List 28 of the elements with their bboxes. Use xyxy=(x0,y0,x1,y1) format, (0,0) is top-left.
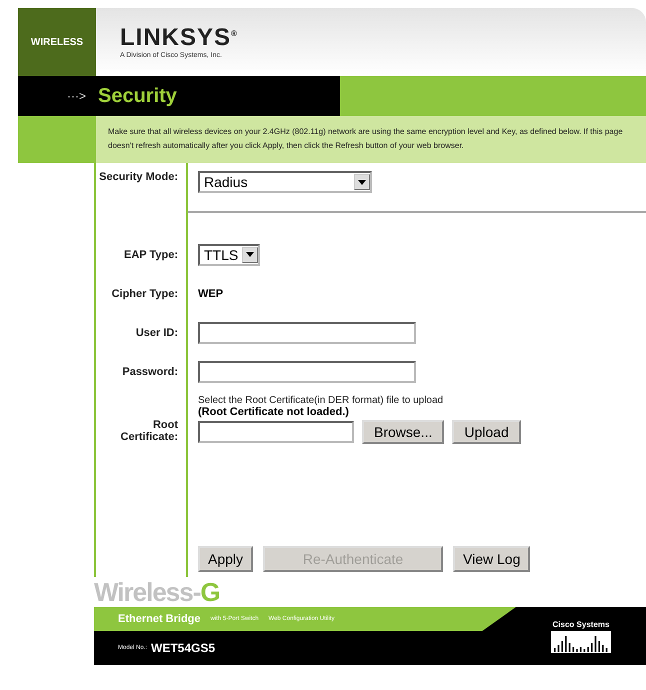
field-label: Cipher Type: xyxy=(96,274,188,313)
cisco-logo-text: Cisco Systems xyxy=(552,620,610,628)
action-button[interactable]: Apply xyxy=(198,546,254,572)
section-label: WIRELESS xyxy=(30,36,84,48)
status-text: (Root Certificate not loaded.) xyxy=(198,406,349,418)
bridge-bars-icon xyxy=(551,630,611,652)
field-label: Security Mode: xyxy=(96,163,188,211)
field-label: Password: xyxy=(96,352,188,391)
info-text: Make sure that all wireless devices on your 2.4GHz (802.11g) network are using the same encryption level and Key, as defined below. If this page doesn't refresh automatically after you click Apply, then click the Refresh button of your web browser. xyxy=(96,116,646,163)
page-title: Security xyxy=(98,84,177,108)
field-label: Root Certificate: xyxy=(96,391,188,541)
field-label: EAP Type: xyxy=(96,235,188,274)
model-number: WET54GS5 xyxy=(151,641,216,655)
file-path-field[interactable] xyxy=(198,421,354,443)
field-label: User ID: xyxy=(96,313,188,352)
upload-button[interactable]: Upload xyxy=(452,420,521,444)
product-logo: Wireless-G xyxy=(94,577,221,607)
input-field[interactable] xyxy=(198,360,416,382)
field-value: WEP xyxy=(198,288,224,300)
arrow-icon: ···> xyxy=(67,89,86,103)
brand-logo: LINKSYS$^{®}$ xyxy=(120,26,238,50)
device-name: Ethernet Bridge xyxy=(118,613,201,625)
input-field[interactable] xyxy=(198,322,416,344)
action-button[interactable]: View Log xyxy=(453,546,530,572)
security-mode-dropdown[interactable]: Radius xyxy=(198,171,372,193)
browse-button[interactable]: Browse... xyxy=(362,420,444,444)
hint-text: Select the Root Certificate(in DER format) file to upload xyxy=(198,395,444,406)
eap-type-dropdown[interactable]: TTLS xyxy=(198,244,260,266)
